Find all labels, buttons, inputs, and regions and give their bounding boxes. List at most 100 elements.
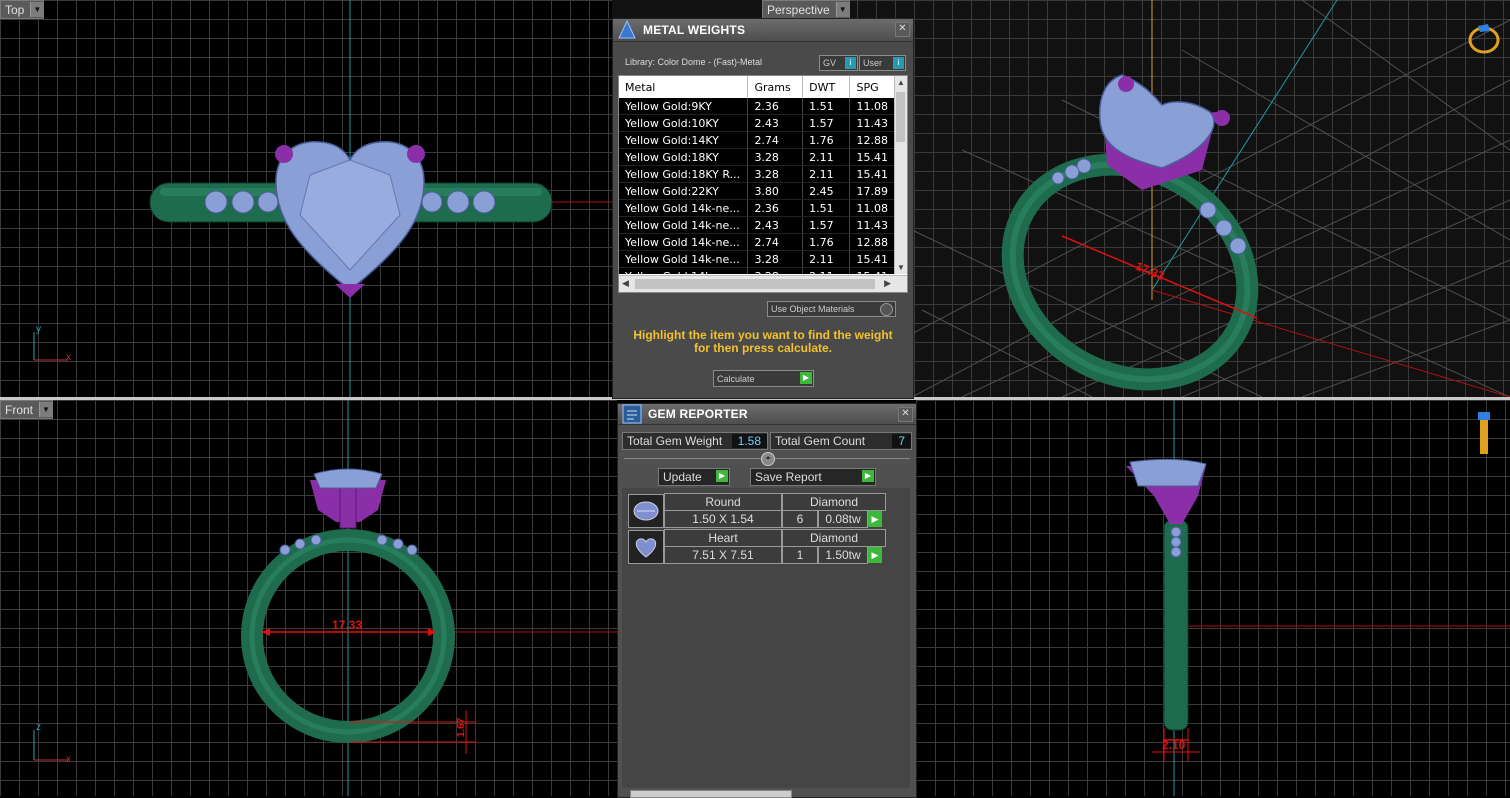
select-gem-arrow-icon[interactable]: ▶ [868, 511, 882, 527]
chevron-down-icon[interactable]: ▼ [897, 263, 905, 272]
gem-reporter-title-bar[interactable]: GEM REPORTER ✕ [618, 404, 916, 425]
viewport-front[interactable]: Front ▼ 17.33 1.67 z x [0, 400, 617, 796]
table-row[interactable]: Yellow Gold 14k-ne...3.282.1115.41 [619, 250, 895, 268]
viewport-label-front[interactable]: Front ▼ [0, 400, 54, 419]
chevron-right-icon[interactable]: ▶ [884, 278, 891, 289]
calculate-label: Calculate [717, 373, 755, 384]
viewport-label-text: Perspective [767, 2, 830, 17]
vertical-scrollbar[interactable]: ▲ ▼ [894, 76, 907, 274]
chevron-down-icon[interactable]: ▼ [835, 2, 849, 17]
save-report-button[interactable]: Save Report ▶ [750, 468, 876, 486]
column-header-dwt[interactable]: DWT [802, 76, 851, 98]
table-cell: 2.43 [747, 216, 804, 234]
chevron-left-icon[interactable]: ◀ [622, 278, 629, 289]
table-cell: Yellow Gold:9KY [619, 98, 749, 115]
table-cell: 12.88 [849, 233, 895, 251]
chevron-up-icon[interactable]: ▲ [897, 78, 905, 87]
table-cell: 11.43 [849, 114, 895, 132]
update-button[interactable]: Update ▶ [658, 468, 730, 486]
table-cell: Yellow Gold:18KY R... [619, 165, 749, 183]
axis-x-label: x [66, 352, 71, 363]
chevron-down-icon[interactable]: ▼ [30, 2, 44, 17]
calculate-button[interactable]: Calculate ▶ [713, 370, 814, 387]
round-diamond-icon [633, 501, 659, 521]
gem-type: Diamond [782, 493, 886, 511]
viewport-top[interactable]: Top ▼ y x [0, 0, 612, 397]
table-cell: 2.11 [802, 148, 851, 166]
column-header-metal[interactable]: Metal [619, 76, 749, 98]
panel-title: METAL WEIGHTS [643, 23, 746, 37]
table-cell: 3.80 [747, 182, 804, 200]
gem-reporter-panel: GEM REPORTER ✕ Total Gem Weight 1.58 Tot… [617, 403, 917, 798]
total-gem-weight-value: 1.58 [731, 434, 767, 448]
gv-toggle[interactable]: GV i [819, 55, 858, 71]
total-gem-count-value: 7 [892, 434, 911, 448]
table-cell: 1.51 [802, 98, 851, 115]
table-row[interactable]: Yellow Gold 14k-ne...3.282.1115.41 [619, 267, 895, 274]
table-row[interactable]: Yellow Gold:18KY 3.28 2.11 15.41 [619, 148, 895, 166]
table-cell: Yellow Gold:14KY [619, 131, 749, 149]
table-cell: Yellow Gold:18KY [619, 148, 749, 166]
use-object-materials-toggle[interactable]: Use Object Materials [767, 301, 896, 317]
table-row[interactable]: Yellow Gold 14k-ne... 2.74 1.76 12.88 [619, 233, 895, 251]
user-toggle[interactable]: User i [859, 55, 906, 71]
gem-weight: 1.50tw [818, 546, 868, 564]
metal-weights-panel: METAL WEIGHTS ✕ Library: Color Dome - (F… [612, 18, 914, 399]
table-cell: 2.43 [747, 114, 804, 132]
heart-diamond-icon [635, 538, 657, 558]
chevron-down-icon[interactable]: ▼ [39, 402, 53, 417]
table-cell: Yellow Gold:10KY [619, 114, 749, 132]
viewport-right[interactable]: 2.10 [916, 400, 1510, 796]
table-cell: 2.45 [802, 182, 851, 200]
info-icon: i [893, 57, 904, 69]
close-icon[interactable]: ✕ [898, 407, 913, 422]
scrollbar-thumb[interactable] [635, 279, 875, 289]
table-cell: Yellow Gold:22KY [619, 182, 749, 200]
table-cell: 11.08 [849, 199, 895, 217]
viewport-label-top[interactable]: Top ▼ [0, 0, 45, 19]
table-cell: 11.08 [849, 98, 895, 115]
right-view-ring-render [1126, 400, 1510, 796]
table-cell: Yellow Gold 14k-ne... [619, 199, 749, 217]
column-header-spg[interactable]: SPG [849, 76, 895, 98]
table-cell: 2.74 [747, 233, 804, 251]
horizontal-scrollbar[interactable]: ◀ ▶ [619, 275, 907, 292]
table-cell: 15.41 [849, 250, 895, 268]
ring-gizmo-icon [1478, 412, 1490, 454]
collapse-icon[interactable]: ⏶ [761, 452, 775, 466]
table-cell: Yellow Gold 14k-ne... [619, 250, 749, 268]
metal-table-grid[interactable]: Metal Grams DWT SPG Yellow Gold:9KY 2.36 1… [619, 76, 895, 274]
select-gem-arrow-icon[interactable]: ▶ [868, 547, 882, 563]
metal-table[interactable]: Metal Grams DWT SPG Yellow Gold:9KY 2.36 1… [618, 75, 908, 293]
table-cell: 3.28 [747, 267, 804, 274]
panel-scrollbar[interactable] [630, 790, 792, 798]
viewport-label-perspective[interactable]: Perspective ▼ [762, 0, 850, 19]
close-icon[interactable]: ✕ [895, 22, 910, 37]
table-row[interactable]: Yellow Gold:9KY 2.36 1.51 11.08 [619, 98, 895, 115]
play-arrow-icon: ▶ [800, 372, 812, 384]
table-cell: 2.11 [802, 267, 851, 274]
update-label: Update [663, 470, 702, 484]
table-row[interactable]: Yellow Gold:22KY 3.80 2.45 17.89 [619, 182, 895, 200]
table-cell: 3.28 [747, 165, 804, 183]
gem-shape: Heart [664, 529, 782, 547]
library-label: Library: Color Dome - (Fast)-Metal [625, 57, 763, 67]
table-cell: 2.36 [747, 199, 804, 217]
table-row[interactable]: Yellow Gold 14k-ne... 2.43 1.57 11.43 [619, 216, 895, 234]
info-icon: i [845, 57, 856, 69]
table-cell: 1.57 [802, 216, 851, 234]
use-object-materials-label: Use Object Materials [771, 304, 855, 314]
front-view-ring-render [241, 400, 617, 796]
save-report-label: Save Report [755, 470, 822, 484]
round-gem-thumbnail [628, 494, 664, 528]
metal-weights-title-bar[interactable]: METAL WEIGHTS ✕ [613, 19, 913, 42]
table-cell: 17.89 [849, 182, 895, 200]
column-header-grams[interactable]: Grams [747, 76, 804, 98]
table-row[interactable]: Yellow Gold:14KY 2.74 1.76 12.88 [619, 131, 895, 149]
table-row[interactable]: Yellow Gold:10KY 2.43 1.57 11.43 [619, 114, 895, 132]
table-row[interactable]: Yellow Gold 14k-ne... 2.36 1.51 11.08 [619, 199, 895, 217]
scrollbar-thumb[interactable] [896, 92, 905, 142]
viewport-label-text: Top [5, 2, 25, 17]
table-row[interactable]: Yellow Gold:18KY R... 3.28 2.11 15.41 [619, 165, 895, 183]
table-cell: 2.11 [802, 250, 851, 268]
